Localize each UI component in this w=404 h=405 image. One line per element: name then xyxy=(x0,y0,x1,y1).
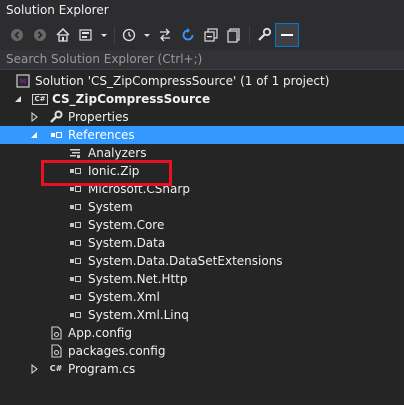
reference-icon xyxy=(67,235,83,251)
reference-item[interactable]: System.Xml.Linq xyxy=(0,306,404,324)
reference-icon xyxy=(67,253,83,269)
reference-icon xyxy=(67,217,83,233)
tree-item-properties[interactable]: Properties xyxy=(0,108,404,126)
tree-item-references[interactable]: References xyxy=(0,126,404,144)
reference-icon xyxy=(67,289,83,305)
reference-item[interactable]: System xyxy=(0,198,404,216)
wrench-icon xyxy=(48,109,64,125)
tree-item-project[interactable]: C# CS_ZipCompressSource xyxy=(0,90,404,108)
reference-item[interactable]: System.Data xyxy=(0,234,404,252)
switch-views-icon[interactable] xyxy=(75,24,97,46)
pending-changes-icon[interactable] xyxy=(154,24,176,46)
reference-label: System.Net.Http xyxy=(88,272,188,286)
app-config-label: App.config xyxy=(68,326,132,340)
solution-icon xyxy=(15,73,31,89)
collapsed-arrow-icon[interactable] xyxy=(29,108,39,126)
reference-icon xyxy=(67,307,83,323)
expanded-arrow-icon[interactable] xyxy=(13,90,23,108)
reference-label: System.Xml.Linq xyxy=(88,308,189,322)
reference-label: System xyxy=(88,200,133,214)
analyzer-icon xyxy=(67,145,83,161)
tree-item-app-config[interactable]: App.config xyxy=(0,324,404,342)
toolbar-separator xyxy=(249,26,250,44)
project-label: CS_ZipCompressSource xyxy=(52,92,211,106)
reference-label: System.Core xyxy=(88,218,165,232)
csharp-project-icon: C# xyxy=(32,91,48,107)
panel-title: Solution Explorer xyxy=(0,0,404,20)
references-icon xyxy=(48,127,64,143)
reference-item[interactable]: System.Core xyxy=(0,216,404,234)
reference-icon xyxy=(67,271,83,287)
history-dropdown-icon[interactable] xyxy=(141,24,153,46)
show-all-files-icon[interactable] xyxy=(223,24,245,46)
collapse-all-icon[interactable] xyxy=(200,24,222,46)
sync-icon[interactable] xyxy=(177,24,199,46)
search-input[interactable]: Search Solution Explorer (Ctrl+;) xyxy=(0,50,404,70)
expanded-arrow-icon[interactable] xyxy=(29,126,39,144)
solution-explorer-toolbar xyxy=(0,20,404,50)
tree-item-program-cs[interactable]: C# Program.cs xyxy=(0,360,404,378)
chevron-down-icon[interactable] xyxy=(98,24,110,46)
history-icon[interactable] xyxy=(118,24,140,46)
tree-item-packages-config[interactable]: packages.config xyxy=(0,342,404,360)
csharp-file-icon: C# xyxy=(48,361,64,377)
program-badge: C# xyxy=(49,364,63,373)
solution-label: Solution 'CS_ZipCompressSource' (1 of 1 … xyxy=(35,74,330,88)
config-file-icon xyxy=(48,325,64,341)
reference-item[interactable]: System.Xml xyxy=(0,288,404,306)
highlight-annotation-box xyxy=(41,160,172,186)
references-label: References xyxy=(68,128,135,142)
config-file-icon xyxy=(48,343,64,359)
project-badge: C# xyxy=(32,93,48,105)
forward-icon[interactable] xyxy=(29,24,51,46)
collapsed-arrow-icon[interactable] xyxy=(29,360,39,378)
reference-label: System.Data.DataSetExtensions xyxy=(88,254,283,268)
back-icon[interactable] xyxy=(6,24,28,46)
program-cs-label: Program.cs xyxy=(68,362,136,376)
reference-label: System.Xml xyxy=(88,290,160,304)
reference-item[interactable]: System.Net.Http xyxy=(0,270,404,288)
properties-label: Properties xyxy=(68,110,129,124)
reference-item[interactable]: System.Data.DataSetExtensions xyxy=(0,252,404,270)
reference-icon xyxy=(67,199,83,215)
preview-icon[interactable] xyxy=(275,23,299,47)
toolbar-separator xyxy=(114,26,115,44)
properties-icon[interactable] xyxy=(253,24,275,46)
reference-label: System.Data xyxy=(88,236,166,250)
home-icon[interactable] xyxy=(52,24,74,46)
packages-config-label: packages.config xyxy=(68,344,166,358)
tree-item-solution[interactable]: Solution 'CS_ZipCompressSource' (1 of 1 … xyxy=(0,72,404,90)
